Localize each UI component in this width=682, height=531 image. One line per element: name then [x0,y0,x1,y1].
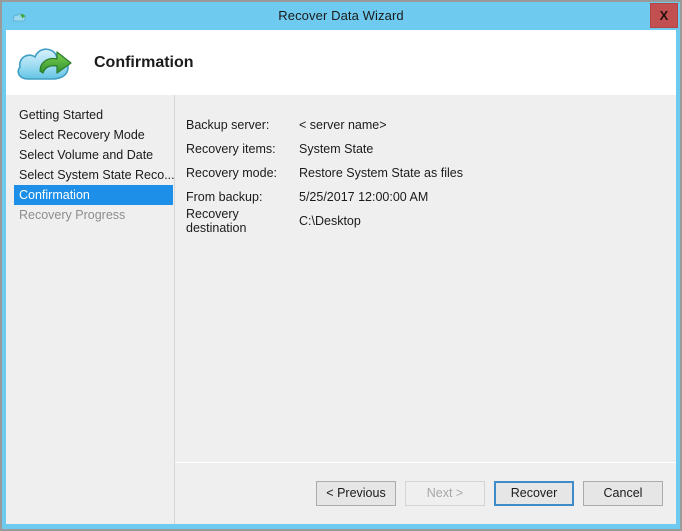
detail-label: Recovery items: [186,142,276,156]
cancel-button[interactable]: Cancel [583,481,663,506]
cloud-restore-icon [14,39,76,87]
detail-row-from-backup: From backup: 5/25/2017 12:00:00 AM [186,185,676,209]
detail-value: 5/25/2017 12:00:00 AM [299,190,429,204]
sidebar-item-select-recovery-mode[interactable]: Select Recovery Mode [6,125,174,145]
sidebar-item-confirmation[interactable]: Confirmation [14,185,173,205]
detail-label: Recovery mode: [186,166,278,180]
wizard-header: Confirmation [6,30,676,95]
close-icon[interactable]: X [650,3,678,28]
sidebar-item-select-system-state-recovery[interactable]: Select System State Reco... [6,165,175,185]
detail-value: < server name> [299,118,387,132]
title-bar: Recover Data Wizard X [2,2,680,30]
detail-label: From backup: [186,190,263,204]
detail-value: Restore System State as files [299,166,463,180]
sidebar-item-recovery-progress: Recovery Progress [19,208,126,222]
window-body: Confirmation Getting Started Select Reco… [6,30,676,524]
confirmation-details: Backup server: < server name> Recovery i… [175,95,676,462]
detail-label: Backup server: [186,118,270,132]
detail-row-backup-server: Backup server: < server name> [186,113,676,137]
window-title: Recover Data Wizard [278,8,404,23]
cloud-restore-icon [12,10,28,22]
next-button: Next > [405,481,485,506]
content-panel: Backup server: < server name> Recovery i… [175,95,676,524]
previous-button[interactable]: < Previous [316,481,396,506]
sidebar-item-getting-started[interactable]: Getting Started [6,105,174,125]
recover-button[interactable]: Recover [494,481,574,506]
sidebar-item-select-volume-and-date[interactable]: Select Volume and Date [6,145,174,165]
detail-value: System State [299,142,374,156]
detail-row-recovery-mode: Recovery mode: Restore System State as f… [186,161,676,185]
detail-row-recovery-destination: Recovery destination C:\Desktop [186,207,676,235]
page-title: Confirmation [94,53,194,71]
main-area: Getting Started Select Recovery Mode Sel… [6,95,676,524]
wizard-steps-sidebar: Getting Started Select Recovery Mode Sel… [6,95,175,524]
recover-data-wizard-window: Recover Data Wizard X Confirmation Getti… [0,0,682,531]
wizard-footer: < Previous Next > Recover Cancel [175,462,676,524]
detail-label: Recovery destination [186,207,247,235]
detail-row-recovery-items: Recovery items: System State [186,137,676,161]
detail-value: C:\Desktop [299,214,361,228]
